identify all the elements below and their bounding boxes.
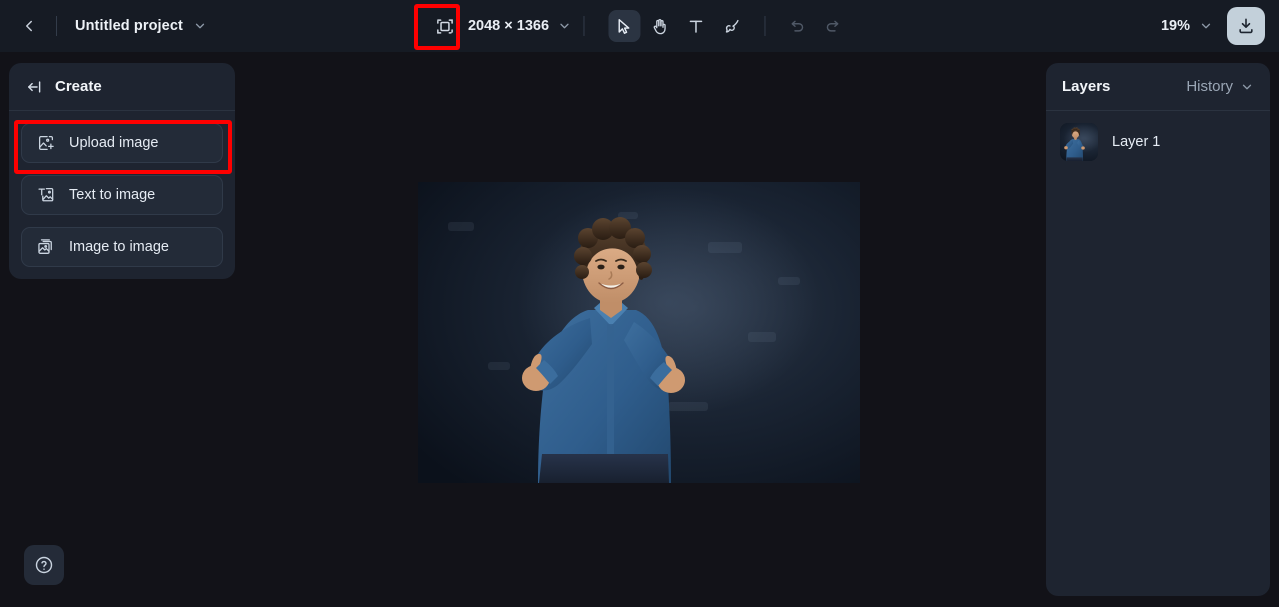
layer-thumbnail [1060,123,1098,161]
project-name: Untitled project [75,18,183,34]
layer-name: Layer 1 [1112,134,1161,150]
chevron-down-icon [195,23,205,29]
image-plus-icon [37,134,55,152]
create-panel-header: Create [9,63,235,111]
download-button[interactable] [1227,7,1265,45]
chevron-down-icon [1242,84,1252,89]
layers-list: Layer 1 [1046,111,1270,173]
download-icon [1239,18,1253,34]
topbar-right-group: 19% [1157,0,1265,52]
canvas-area[interactable] [236,52,1046,607]
text-tool[interactable] [680,10,712,42]
help-button[interactable] [24,545,64,585]
tab-history[interactable]: History [1186,78,1254,95]
topbar-left-group: Untitled project [0,11,213,41]
back-button[interactable] [14,11,44,41]
artboard[interactable] [418,182,860,483]
canvas-resize-icon [437,18,453,34]
create-panel-title: Create [55,78,102,95]
top-bar: Untitled project 2048 × 1366 19% [0,0,1279,52]
chevron-down-icon [1201,23,1211,29]
app-root: Untitled project 2048 × 1366 19% Create … [0,0,1279,607]
topbar-divider-2 [583,16,585,36]
zoom-control[interactable]: 19% [1157,15,1217,37]
select-tool[interactable] [608,10,641,42]
redo-button[interactable] [817,10,849,42]
tab-history-label: History [1186,78,1233,95]
artboard-image [418,182,860,483]
upload-image-button[interactable]: Upload image [21,123,223,163]
hand-icon [653,18,666,34]
text-to-image-label: Text to image [69,187,156,203]
tool-group [608,10,849,42]
cursor-arrow-icon [618,18,630,34]
topbar-divider-1 [56,16,57,36]
paintbrush-icon [725,19,739,33]
text-t-icon [689,20,703,33]
create-panel-items: Upload image Text to image Image to imag… [9,111,235,267]
canvas-dimensions: 2048 × 1366 [467,18,550,34]
project-name-dropdown[interactable]: Untitled project [69,14,213,38]
undo-arrow-icon [791,20,804,32]
question-mark-circle-icon [35,556,53,574]
undo-button[interactable] [781,10,813,42]
tab-layers[interactable]: Layers [1062,78,1110,95]
zoom-level: 19% [1160,18,1190,34]
upload-image-label: Upload image [69,135,159,151]
canvas-size-control[interactable]: 2048 × 1366 [430,11,571,41]
text-to-image-button[interactable]: Text to image [21,175,223,215]
layers-panel-header: Layers History [1046,63,1270,111]
list-item[interactable]: Layer 1 [1060,123,1256,161]
hand-tool[interactable] [644,10,676,42]
topbar-divider-3 [764,16,766,36]
brush-tool[interactable] [716,10,748,42]
chevron-down-icon [559,23,569,29]
layers-panel: Layers History Layer 1 [1046,63,1270,596]
redo-arrow-icon [826,20,839,32]
collapse-left-icon[interactable] [25,78,43,96]
text-to-image-icon [37,186,55,204]
chevron-left-icon [26,20,32,32]
image-to-image-label: Image to image [69,239,169,255]
image-to-image-icon [37,238,55,256]
create-panel: Create Upload image Text to image Image … [9,63,235,279]
canvas-resize-button[interactable] [430,11,460,41]
topbar-center-group: 2048 × 1366 [430,0,849,52]
image-to-image-button[interactable]: Image to image [21,227,223,267]
